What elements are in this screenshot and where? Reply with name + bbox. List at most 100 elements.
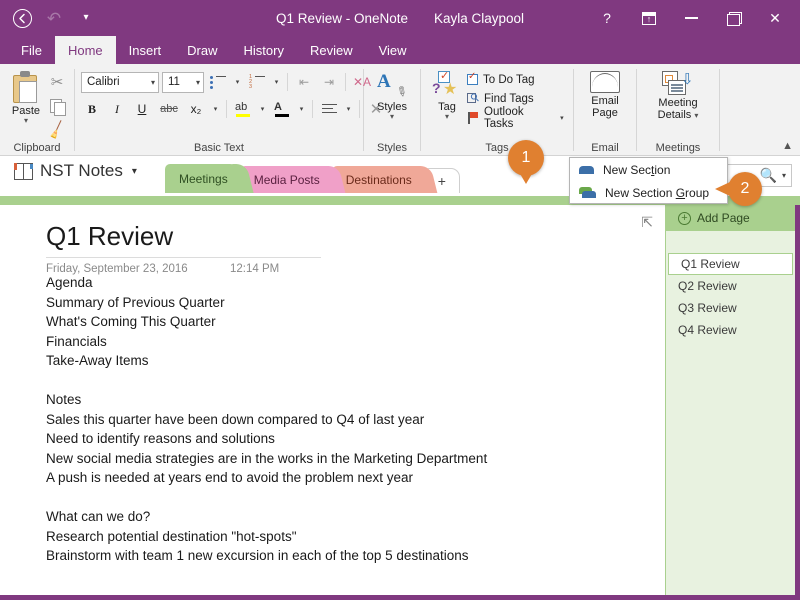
window-controls: ? ✕ [586,0,796,36]
envelope-icon [590,71,620,93]
tag-button[interactable]: ?★ Tag ▾ [427,68,467,121]
ribbon-display-options-button[interactable] [628,1,670,35]
bullet-list-icon [210,75,226,89]
italic-button[interactable]: I [106,99,128,120]
undo-button[interactable]: ↶ [40,4,68,32]
meeting-label-line1: Meeting [658,97,698,109]
meeting-caret-icon: ▾ [694,111,699,120]
page-item-q1-review[interactable]: Q1 Review [668,253,793,275]
bold-button[interactable]: B [81,99,103,120]
callout-badge-1: 1 [508,140,544,184]
ribbon-tab-history[interactable]: History [231,36,297,64]
paste-button[interactable]: Paste ▾ [6,68,46,125]
meeting-details-button[interactable]: ⇩ Meeting Details ▾ [643,68,713,121]
notebook-icon [14,163,33,180]
font-name-combo[interactable]: Calibri ▾ [81,71,159,93]
ribbon: Paste ▾ ✂ 🧹 Clipboard Calibri ▾ 11 ▾ ▾ 1… [0,64,800,156]
section-tab-media-posts[interactable]: Media Posts [239,166,334,193]
email-page-button[interactable]: Email Page [580,68,630,119]
page-content-area[interactable]: ⇱ Q1 Review Friday, September 23, 2016 1… [0,205,665,595]
alignment-button[interactable] [318,99,340,120]
copy-icon [49,98,66,116]
page-body-text[interactable]: Agenda Summary of Previous Quarter What'… [46,273,626,566]
numbering-caret-icon[interactable]: ▾ [271,78,282,86]
expand-page-icon[interactable]: ⇱ [641,214,653,231]
numbered-list-icon: 123 [249,74,265,89]
font-name-value: Calibri [87,76,120,88]
email-group-label: Email [591,142,619,154]
bullets-button[interactable] [207,72,229,93]
styles-group-label: Styles [377,142,407,154]
back-circle-icon [12,8,32,28]
ribbon-tab-home[interactable]: Home [54,36,116,64]
email-label-line2: Page [592,107,618,119]
divider [226,100,227,118]
ribbon-tab-review[interactable]: Review [297,36,366,64]
font-color-caret-icon[interactable]: ▾ [296,105,307,113]
search-icon[interactable]: 🔍 [760,167,777,184]
clipboard-group-body: Paste ▾ ✂ 🧹 [0,64,74,140]
decrease-indent-button[interactable]: ⇤ [293,72,315,93]
page-item-q3-review[interactable]: Q3 Review [666,297,795,319]
subscript-caret-icon[interactable]: ▾ [210,105,221,113]
bullets-caret-icon[interactable]: ▾ [232,78,243,86]
new-section-label: New Section [603,162,671,177]
copy-button[interactable] [46,96,68,116]
alignment-caret-icon[interactable]: ▾ [343,105,354,113]
back-button[interactable] [8,4,36,32]
to-do-tag-label: To Do Tag [483,73,535,86]
underline-button[interactable]: U [131,99,153,120]
increase-indent-button[interactable]: ⇥ [318,72,340,93]
section-tab-meetings[interactable]: Meetings [165,164,242,193]
meetings-group-body: ⇩ Meeting Details ▾ [637,64,719,140]
ribbon-group-styles: A ✎ Styles ▾ Styles [364,64,420,156]
help-button[interactable]: ? [586,1,628,35]
ribbon-tab-insert[interactable]: Insert [116,36,175,64]
page-item-q4-review[interactable]: Q4 Review [666,319,795,341]
close-button[interactable]: ✕ [754,1,796,35]
body-line: Brainstorm with team 1 new excursion in … [46,548,469,563]
font-color-button[interactable]: A [271,99,293,120]
ribbon-tab-bar: File Home Insert Draw History Review Vie… [0,36,800,64]
ribbon-tab-view[interactable]: View [366,36,420,64]
font-size-combo[interactable]: 11 ▾ [162,71,204,93]
body-line-blank [46,488,626,508]
format-painter-button[interactable]: 🧹 [46,119,68,140]
section-tab-destinations[interactable]: Destinations [331,166,426,193]
notebook-selector[interactable]: NST Notes ▾ [14,161,137,181]
paste-icon [11,71,41,105]
search-scope-caret-icon[interactable]: ▾ [782,171,786,180]
minimize-button[interactable] [670,1,712,35]
quick-access-toolbar: ↶ ▾ [8,0,100,36]
to-do-tag-button[interactable]: To Do Tag [467,71,567,88]
ribbon-tab-file[interactable]: File [8,36,55,64]
page-title[interactable]: Q1 Review [46,221,173,252]
menu-item-new-section-group[interactable]: New Section Group [570,181,727,204]
collapse-ribbon-icon[interactable]: ▲ [782,140,793,152]
add-page-button[interactable]: + Add Page [666,205,795,231]
highlight-caret-icon[interactable]: ▾ [257,105,268,113]
increase-indent-icon: ⇥ [323,75,335,89]
quick-access-more-icon: ▾ [83,12,89,23]
strikethrough-button[interactable]: abc [156,99,182,120]
styles-button[interactable]: A ✎ Styles ▾ [370,68,414,121]
tag-icon: ?★ [432,69,462,101]
page-list-pane: + Add Page Q1 Review Q2 Review Q3 Review… [665,205,795,595]
highlight-button[interactable]: ab [232,99,254,120]
section-tab-strip: Meetings Media Posts Destinations + [165,164,460,193]
customize-quick-access-button[interactable]: ▾ [72,4,100,32]
text-highlight-icon: ab [235,101,251,117]
outlook-tasks-caret-icon[interactable]: ▾ [557,114,567,122]
ribbon-tab-draw[interactable]: Draw [174,36,230,64]
cut-button[interactable]: ✂ [46,72,68,92]
body-line: New social media strategies are in the w… [46,450,488,466]
restore-button[interactable] [712,1,754,35]
find-tags-button[interactable]: Find Tags [467,90,567,107]
outlook-tasks-button[interactable]: Outlook Tasks ▾ [467,106,567,130]
numbering-button[interactable]: 123 [246,72,268,93]
page-list: Q1 Review Q2 Review Q3 Review Q4 Review [666,231,795,341]
subscript-button[interactable]: x₂ [185,99,207,120]
menu-item-new-section[interactable]: New Section [570,158,727,181]
new-section-dropdown-menu: New Section New Section Group [569,157,728,204]
page-item-q2-review[interactable]: Q2 Review [666,275,795,297]
